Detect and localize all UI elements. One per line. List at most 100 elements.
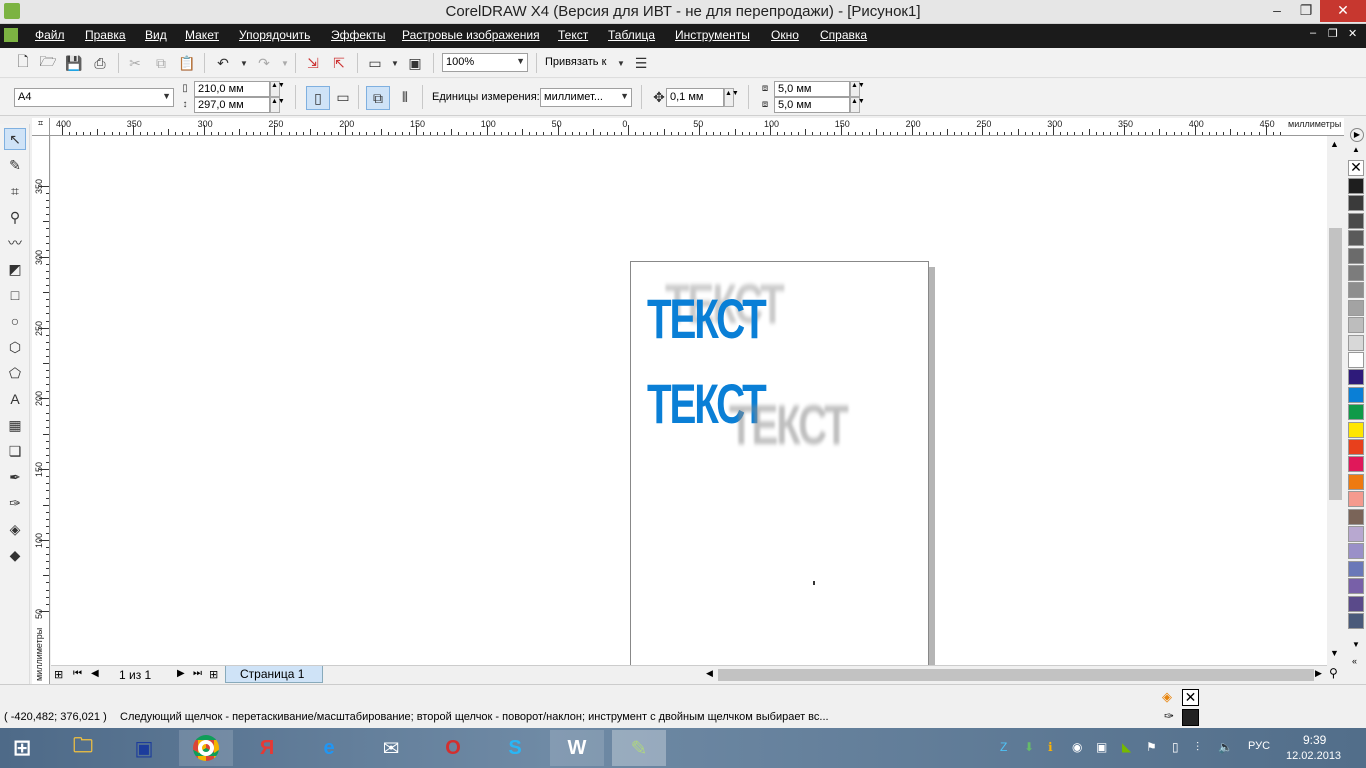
zoom-select[interactable]: 100% ▼ bbox=[442, 53, 528, 72]
duplicate-y-field[interactable]: 5,0 мм bbox=[774, 97, 850, 113]
text-tool-icon[interactable]: A bbox=[4, 388, 26, 410]
scroll-right-icon[interactable]: ▶ bbox=[1315, 668, 1322, 679]
first-page-icon[interactable]: ⏮ bbox=[73, 668, 82, 679]
maximize-button[interactable]: ❐ bbox=[1292, 0, 1320, 22]
copy-icon[interactable]: ⧉ bbox=[152, 54, 170, 72]
vertical-scrollbar[interactable]: ▲ ▼ bbox=[1327, 136, 1344, 665]
internet-explorer-icon[interactable]: e bbox=[302, 730, 356, 766]
menu-bitmaps[interactable]: Растровые изображения bbox=[402, 28, 540, 42]
menu-file[interactable]: Файл bbox=[35, 28, 65, 42]
print-icon[interactable]: ⎙ bbox=[91, 54, 109, 72]
duplicate-x-spinner[interactable]: ▲▼ bbox=[850, 81, 865, 97]
undo-dropdown-icon[interactable]: ▼ bbox=[235, 54, 253, 72]
outline-tool-icon[interactable]: ✑ bbox=[4, 492, 26, 514]
redo-dropdown-icon[interactable]: ▼ bbox=[276, 54, 294, 72]
color-swatch[interactable] bbox=[1348, 299, 1364, 316]
text-object-1[interactable]: ТЕКСТ bbox=[647, 291, 767, 347]
add-page-before-icon[interactable]: ⊞ bbox=[54, 668, 63, 681]
prev-page-icon[interactable]: ◀ bbox=[91, 668, 99, 679]
color-swatch[interactable] bbox=[1348, 421, 1364, 438]
page-size-select[interactable]: A4 ▼ bbox=[14, 88, 174, 107]
nudge-field[interactable]: 0,1 мм bbox=[666, 88, 724, 107]
duplicate-x-field[interactable]: 5,0 мм bbox=[774, 81, 850, 97]
document-page[interactable]: ТЕКСТ ТЕКСТ ТЕКСТ ТЕКСТ bbox=[630, 261, 929, 665]
color-swatch[interactable] bbox=[1348, 473, 1364, 490]
new-icon[interactable]: 🗋 bbox=[14, 53, 32, 72]
color-swatch[interactable] bbox=[1348, 526, 1364, 542]
redo-icon[interactable]: ↷ bbox=[255, 54, 273, 72]
color-swatch[interactable] bbox=[1348, 439, 1364, 455]
color-swatch[interactable] bbox=[1348, 369, 1364, 386]
next-page-icon[interactable]: ▶ bbox=[177, 668, 185, 679]
scroll-thumb-vertical[interactable] bbox=[1329, 228, 1342, 500]
cut-icon[interactable]: ✂ bbox=[126, 54, 144, 72]
mail-icon[interactable]: ✉ bbox=[364, 730, 418, 766]
page-tab[interactable]: Страница 1 bbox=[225, 666, 323, 683]
interactive-effects-tool-icon[interactable]: ❏ bbox=[4, 440, 26, 462]
drawing-canvas[interactable]: ТЕКСТ ТЕКСТ ТЕКСТ ТЕКСТ bbox=[51, 136, 1327, 665]
chrome-icon[interactable] bbox=[179, 730, 233, 766]
welcome-screen-icon[interactable]: ▣ bbox=[406, 54, 424, 72]
doc-close-button[interactable]: ✕ bbox=[1348, 27, 1357, 40]
tray-nvidia-icon[interactable]: ◣ bbox=[1122, 740, 1131, 754]
basic-shapes-tool-icon[interactable]: ⬠ bbox=[4, 362, 26, 384]
undo-icon[interactable]: ↶ bbox=[214, 54, 232, 72]
tray-date[interactable]: 12.02.2013 bbox=[1286, 750, 1341, 762]
doc-restore-button[interactable]: ❐ bbox=[1328, 27, 1338, 40]
app-launcher-dropdown-icon[interactable]: ▼ bbox=[386, 54, 404, 72]
horizontal-ruler[interactable]: 400 350 300 250 200 150 100 50 0 50 100 150 200 250 30… bbox=[50, 118, 1344, 136]
tray-wifi-icon[interactable]: ⫶ bbox=[1196, 740, 1199, 755]
menu-effects[interactable]: Эффекты bbox=[331, 28, 386, 42]
snap-dropdown-icon[interactable]: ▼ bbox=[612, 54, 630, 72]
landscape-icon[interactable]: ▭ bbox=[334, 88, 352, 106]
color-swatch[interactable] bbox=[1348, 595, 1364, 612]
fill-none-swatch[interactable]: ✕ bbox=[1182, 689, 1199, 706]
options-icon[interactable]: ☰ bbox=[632, 54, 650, 72]
color-swatch[interactable] bbox=[1348, 404, 1364, 421]
last-page-icon[interactable]: ⏭ bbox=[193, 668, 202, 679]
color-swatch[interactable] bbox=[1348, 230, 1364, 247]
color-swatch[interactable] bbox=[1348, 334, 1364, 351]
scroll-up-icon[interactable]: ▲ bbox=[1330, 139, 1339, 149]
menu-layout[interactable]: Макет bbox=[185, 28, 219, 42]
page-width-spinner[interactable]: ▲▼ bbox=[270, 81, 285, 97]
color-swatch[interactable] bbox=[1348, 543, 1364, 560]
color-swatch[interactable] bbox=[1348, 178, 1364, 194]
yandex-icon[interactable]: Я bbox=[240, 730, 294, 766]
tray-torrent-icon[interactable]: ⬇ bbox=[1024, 740, 1034, 754]
shape-tool-icon[interactable]: ✎ bbox=[4, 154, 26, 176]
page-width-field[interactable]: 210,0 мм bbox=[194, 81, 270, 97]
ruler-origin[interactable]: ⌗ bbox=[32, 118, 50, 136]
skype-icon[interactable]: S bbox=[488, 730, 542, 766]
tray-zona-icon[interactable]: Z bbox=[1000, 740, 1007, 754]
menu-view[interactable]: Вид bbox=[145, 28, 167, 42]
opera-icon[interactable]: O bbox=[426, 730, 480, 766]
no-color-swatch[interactable]: ✕ bbox=[1348, 160, 1364, 176]
palette-scroll-up-icon[interactable]: ▶ bbox=[1350, 128, 1364, 142]
app-launcher-icon[interactable]: ▭ bbox=[366, 54, 384, 72]
menu-text[interactable]: Текст bbox=[558, 28, 588, 42]
all-pages-icon[interactable]: ⧉ bbox=[366, 86, 390, 110]
scroll-thumb-horizontal[interactable] bbox=[718, 669, 1314, 681]
small-dot-object[interactable] bbox=[813, 581, 815, 585]
color-swatch[interactable] bbox=[1348, 508, 1364, 525]
smart-fill-tool-icon[interactable]: ◩ bbox=[4, 258, 26, 280]
page-height-field[interactable]: 297,0 мм bbox=[194, 97, 270, 113]
color-swatch[interactable] bbox=[1348, 282, 1364, 299]
table-tool-icon[interactable]: ▦ bbox=[4, 414, 26, 436]
tray-info-icon[interactable]: ℹ bbox=[1048, 740, 1053, 754]
tray-battery-icon[interactable]: ▯ bbox=[1172, 740, 1179, 754]
tray-monitor-icon[interactable]: ▣ bbox=[1096, 740, 1107, 754]
snap-to-label[interactable]: Привязать к bbox=[545, 56, 606, 68]
interactive-fill-tool-icon[interactable]: ◆ bbox=[4, 544, 26, 566]
ellipse-tool-icon[interactable]: ○ bbox=[4, 310, 26, 332]
tray-network-app-icon[interactable]: ◉ bbox=[1072, 740, 1082, 754]
doc-minimize-button[interactable]: – bbox=[1310, 27, 1316, 39]
start-button-icon[interactable]: ⊞ bbox=[0, 730, 44, 766]
page-height-spinner[interactable]: ▲▼ bbox=[270, 97, 285, 113]
paste-icon[interactable]: 📋 bbox=[178, 54, 196, 72]
scroll-down-icon[interactable]: ▼ bbox=[1330, 648, 1339, 658]
text-object-2-shadow[interactable]: ТЕКСТ bbox=[729, 397, 849, 453]
color-swatch[interactable] bbox=[1348, 386, 1364, 403]
eyedropper-tool-icon[interactable]: ✒ bbox=[4, 466, 26, 488]
